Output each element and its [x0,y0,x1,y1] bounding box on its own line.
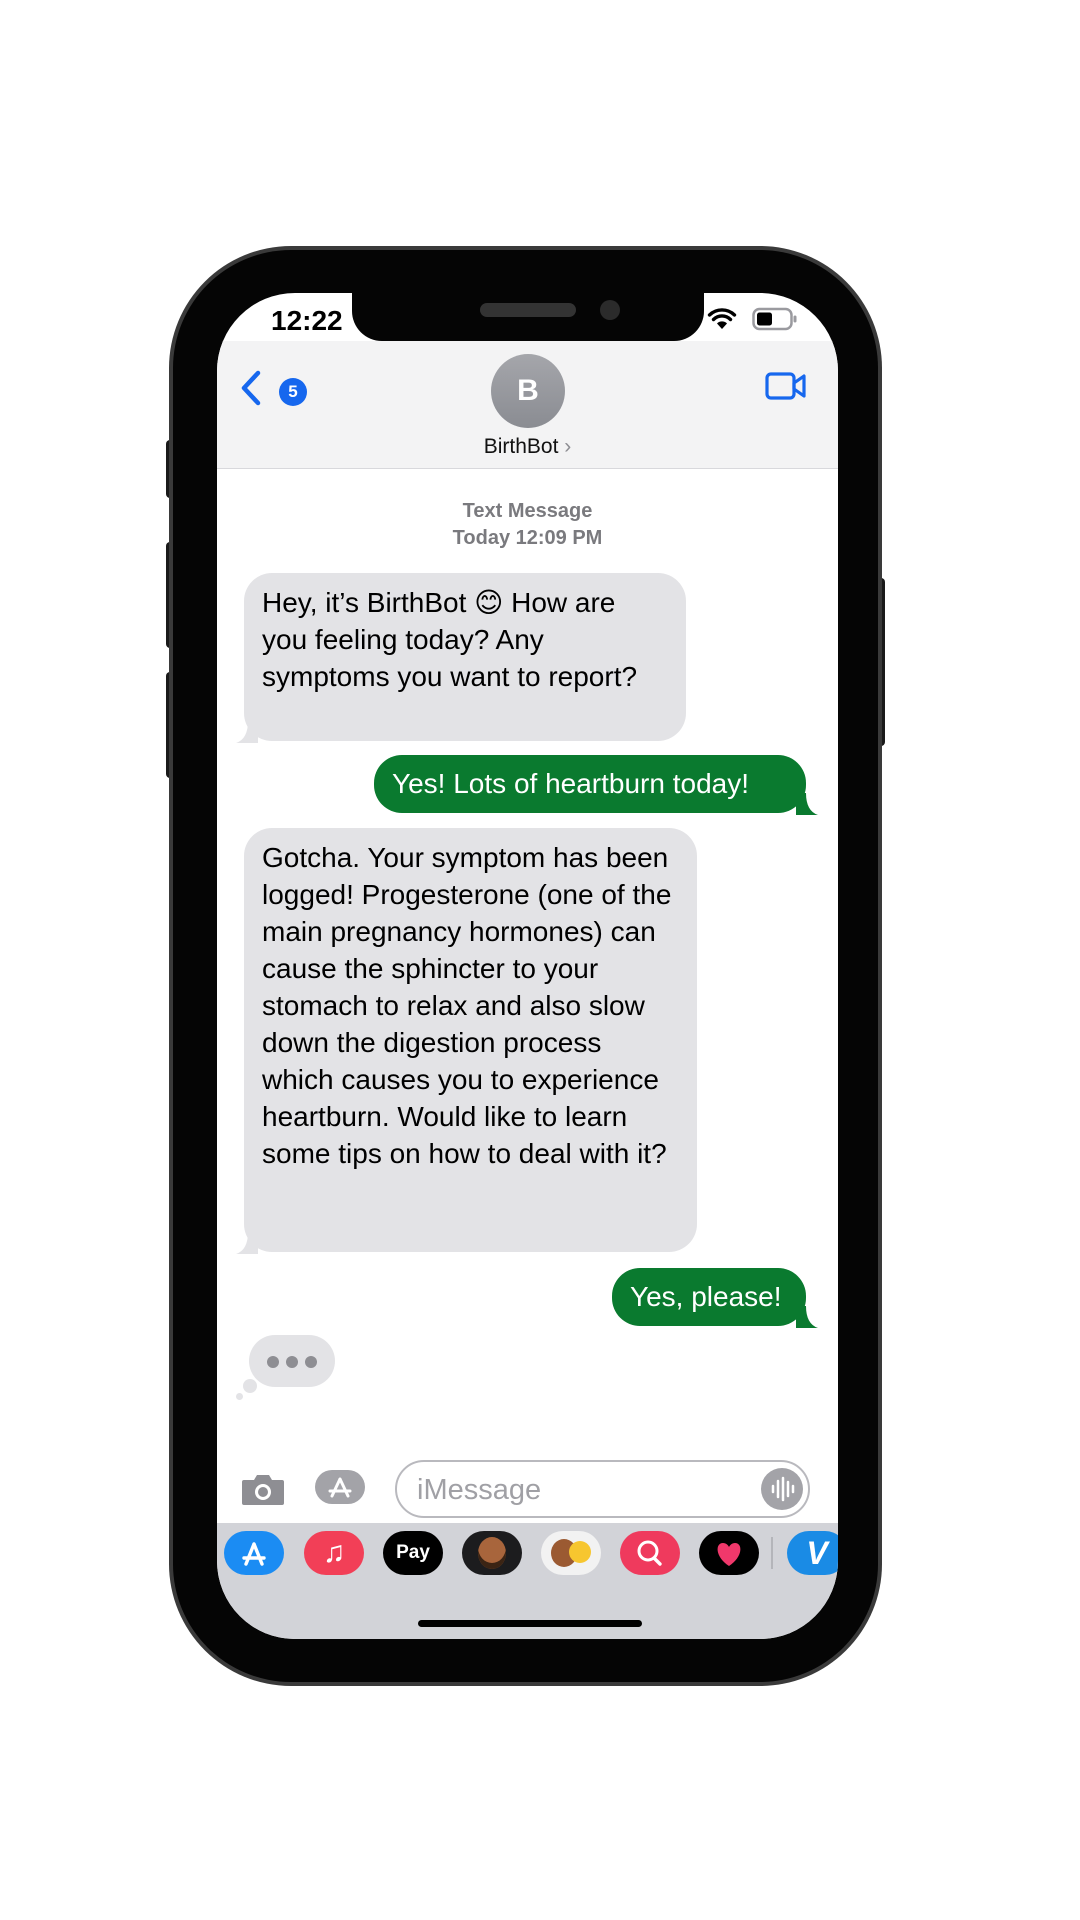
typing-tail-dot [243,1379,257,1393]
apple-pay-app-icon[interactable]: Pay [383,1531,443,1575]
app-store-toggle-button[interactable] [315,1470,365,1504]
typing-indicator [249,1335,335,1387]
camera-icon[interactable] [240,1471,286,1507]
app-store-glyph-icon [242,1542,266,1566]
memoji-app-icon[interactable] [462,1531,522,1575]
outgoing-message[interactable]: Yes! Lots of heartburn today! [374,755,806,813]
memoji-stickers-app-icon[interactable] [541,1531,601,1575]
contact-avatar[interactable]: B [491,354,565,428]
thread-header: Text Message Today 12:09 PM [217,498,838,552]
music-note-icon: ♫ [322,1536,346,1569]
contact-name-button[interactable]: BirthBot › [217,435,838,459]
earpiece-speaker [480,303,576,317]
image-search-app-icon[interactable] [620,1531,680,1575]
music-app-icon[interactable]: ♫ [304,1531,364,1575]
typing-dot [286,1356,298,1368]
contact-name: BirthBot [483,435,559,458]
typing-tail-dot [236,1393,243,1400]
phone-screen: 12:22 5 B BirthBot › Text Message Today … [217,293,838,1639]
globe-search-icon [637,1540,662,1566]
incoming-message[interactable]: Gotcha. Your symptom has been logged! Pr… [244,828,697,1252]
typing-dot [267,1356,279,1368]
outgoing-message[interactable]: Yes, please! [612,1268,806,1326]
venmo-glyph: V [806,1535,828,1571]
drawer-divider [771,1537,773,1569]
message-text: Gotcha. Your symptom has been logged! Pr… [262,842,672,1169]
front-camera [600,300,620,320]
message-text: Hey, it’s BirthBot 😊 How are you feeling… [262,587,638,692]
incoming-bubble-tail [236,1232,258,1254]
venmo-app-icon[interactable]: V [787,1531,838,1575]
message-input-field[interactable] [415,1470,749,1510]
memoji-face-icon [478,1537,506,1569]
status-time: 12:22 [271,305,343,336]
apple-pay-label: Pay [396,1542,430,1563]
app-store-app-icon[interactable] [224,1531,284,1575]
home-indicator[interactable] [418,1620,642,1627]
incoming-message[interactable]: Hey, it’s BirthBot 😊 How are you feeling… [244,573,686,741]
back-button[interactable]: 5 [239,366,307,406]
audio-message-button[interactable] [761,1468,803,1510]
heart-eyes-icon [569,1541,591,1563]
conversation-header: 5 B BirthBot › [217,341,838,469]
notch [352,293,704,341]
chevron-left-icon [241,370,261,406]
typing-dot [305,1356,317,1368]
outgoing-bubble-tail [796,793,818,815]
digital-touch-app-icon[interactable] [699,1531,759,1575]
wifi-icon [707,308,737,329]
message-text: Yes, please! [630,1281,782,1312]
imessage-app-drawer: ♫ Pay V [217,1523,838,1639]
heart-icon [717,1543,741,1566]
video-call-icon[interactable] [765,371,807,401]
app-store-icon [328,1477,352,1498]
message-text: Yes! Lots of heartburn today! [392,768,749,799]
incoming-bubble-tail [236,721,258,743]
chevron-right-icon: › [564,435,572,458]
thread-timestamp: Today 12:09 PM [452,527,603,549]
battery-icon [752,307,797,331]
unread-count-badge: 5 [279,378,307,406]
waveform-icon [771,1476,795,1502]
outgoing-bubble-tail [796,1306,818,1328]
service-label: Text Message [462,500,593,522]
message-input[interactable] [395,1460,810,1518]
